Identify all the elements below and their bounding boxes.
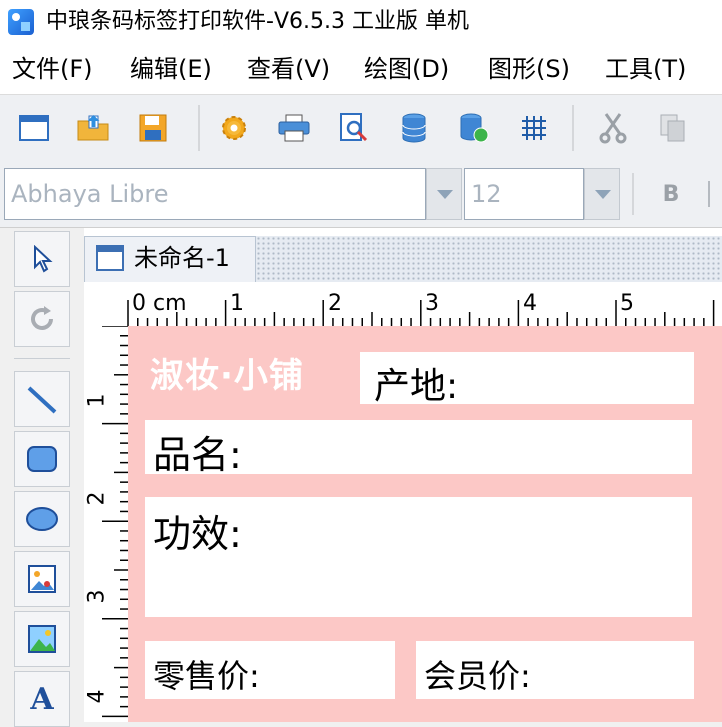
toolbox-separator	[14, 358, 70, 359]
italic-button[interactable]	[708, 181, 722, 207]
print-icon[interactable]	[273, 107, 315, 149]
horizontal-ruler: 0 cm 1 2 3 4 5	[84, 282, 722, 326]
print-preview-icon[interactable]	[333, 107, 375, 149]
ruler-label-v2: 2	[84, 491, 110, 506]
font-toolbar: Abhaya Libre 12 B	[0, 161, 722, 228]
name-label: 品名:	[153, 433, 242, 477]
copy-icon[interactable]	[652, 107, 694, 149]
member-price-field[interactable]: 会员价:	[416, 641, 694, 699]
ruler-label-5: 5	[620, 291, 634, 316]
retail-price-field[interactable]: 零售价:	[145, 641, 395, 699]
font-family-value: Abhaya Libre	[11, 180, 169, 208]
ruler-label-v4: 4	[84, 689, 110, 704]
toolbar-separator	[572, 105, 574, 151]
database-connect-icon[interactable]	[453, 107, 495, 149]
settings-gear-icon[interactable]	[213, 107, 255, 149]
window-title: 中琅条码标签打印软件-V6.5.3 工业版 单机	[46, 9, 469, 34]
member-price-label: 会员价:	[424, 657, 531, 695]
main-toolbar	[0, 94, 722, 162]
menu-draw[interactable]: 绘图(D)	[364, 52, 449, 86]
origin-field[interactable]: 产地:	[360, 352, 694, 407]
effect-field[interactable]: 功效:	[145, 497, 692, 617]
menu-shape[interactable]: 图形(S)	[488, 52, 570, 86]
bold-button[interactable]: B	[642, 168, 700, 220]
picture-tool-icon[interactable]	[14, 611, 70, 667]
ruler-label-4: 4	[523, 291, 537, 316]
drawing-toolbox: A	[0, 228, 84, 727]
vertical-ruler: 1 2 3 4	[84, 326, 128, 722]
origin-label: 产地:	[374, 366, 459, 407]
effect-label: 功效:	[153, 512, 242, 556]
retail-price-label: 零售价:	[153, 657, 260, 695]
image-tool-icon[interactable]	[14, 551, 70, 607]
toolbar-separator	[632, 173, 634, 215]
ruler-label-v1: 1	[84, 393, 110, 408]
new-document-icon[interactable]	[13, 107, 55, 149]
menu-file[interactable]: 文件(F)	[12, 52, 93, 86]
ellipse-tool-icon[interactable]	[14, 491, 70, 547]
menu-edit[interactable]: 编辑(E)	[130, 52, 212, 86]
font-family-select[interactable]: Abhaya Libre	[4, 168, 426, 220]
rounded-rect-tool-icon[interactable]	[14, 431, 70, 487]
title-bar: 中琅条码标签打印软件-V6.5.3 工业版 单机	[0, 0, 722, 44]
menu-bar: 文件(F) 编辑(E) 查看(V) 绘图(D) 图形(S) 工具(T)	[0, 44, 722, 94]
menu-view[interactable]: 查看(V)	[247, 52, 330, 86]
database-icon[interactable]	[393, 107, 435, 149]
rotate-icon[interactable]	[14, 291, 70, 347]
menu-tools[interactable]: 工具(T)	[605, 52, 686, 86]
save-icon[interactable]	[132, 107, 174, 149]
document-window-icon	[96, 245, 124, 271]
ruler-label-3: 3	[425, 291, 439, 316]
name-field[interactable]: 品名:	[145, 420, 692, 477]
select-arrow-icon[interactable]	[14, 231, 70, 287]
line-tool-icon[interactable]	[14, 371, 70, 427]
ruler-label-1: 1	[230, 291, 244, 316]
cut-icon[interactable]	[592, 107, 634, 149]
grid-icon[interactable]	[513, 107, 555, 149]
font-family-dropdown-icon[interactable]	[426, 168, 462, 220]
tab-label: 未命名-1	[134, 244, 230, 272]
ruler-label-v3: 3	[84, 589, 110, 604]
font-size-select[interactable]: 12	[464, 168, 584, 220]
font-size-dropdown-icon[interactable]	[584, 168, 620, 220]
tab-strip-background	[256, 236, 722, 282]
ruler-label-0: 0 cm	[132, 291, 187, 316]
ruler-label-2: 2	[328, 291, 342, 316]
open-folder-icon[interactable]	[72, 107, 114, 149]
app-logo-icon	[8, 9, 34, 35]
font-size-value: 12	[471, 180, 502, 208]
brand-title: 淑妆·小铺	[150, 356, 304, 396]
text-tool-icon[interactable]: A	[14, 671, 70, 727]
toolbar-separator	[198, 105, 200, 151]
vertical-ruler-ticks	[102, 326, 128, 718]
